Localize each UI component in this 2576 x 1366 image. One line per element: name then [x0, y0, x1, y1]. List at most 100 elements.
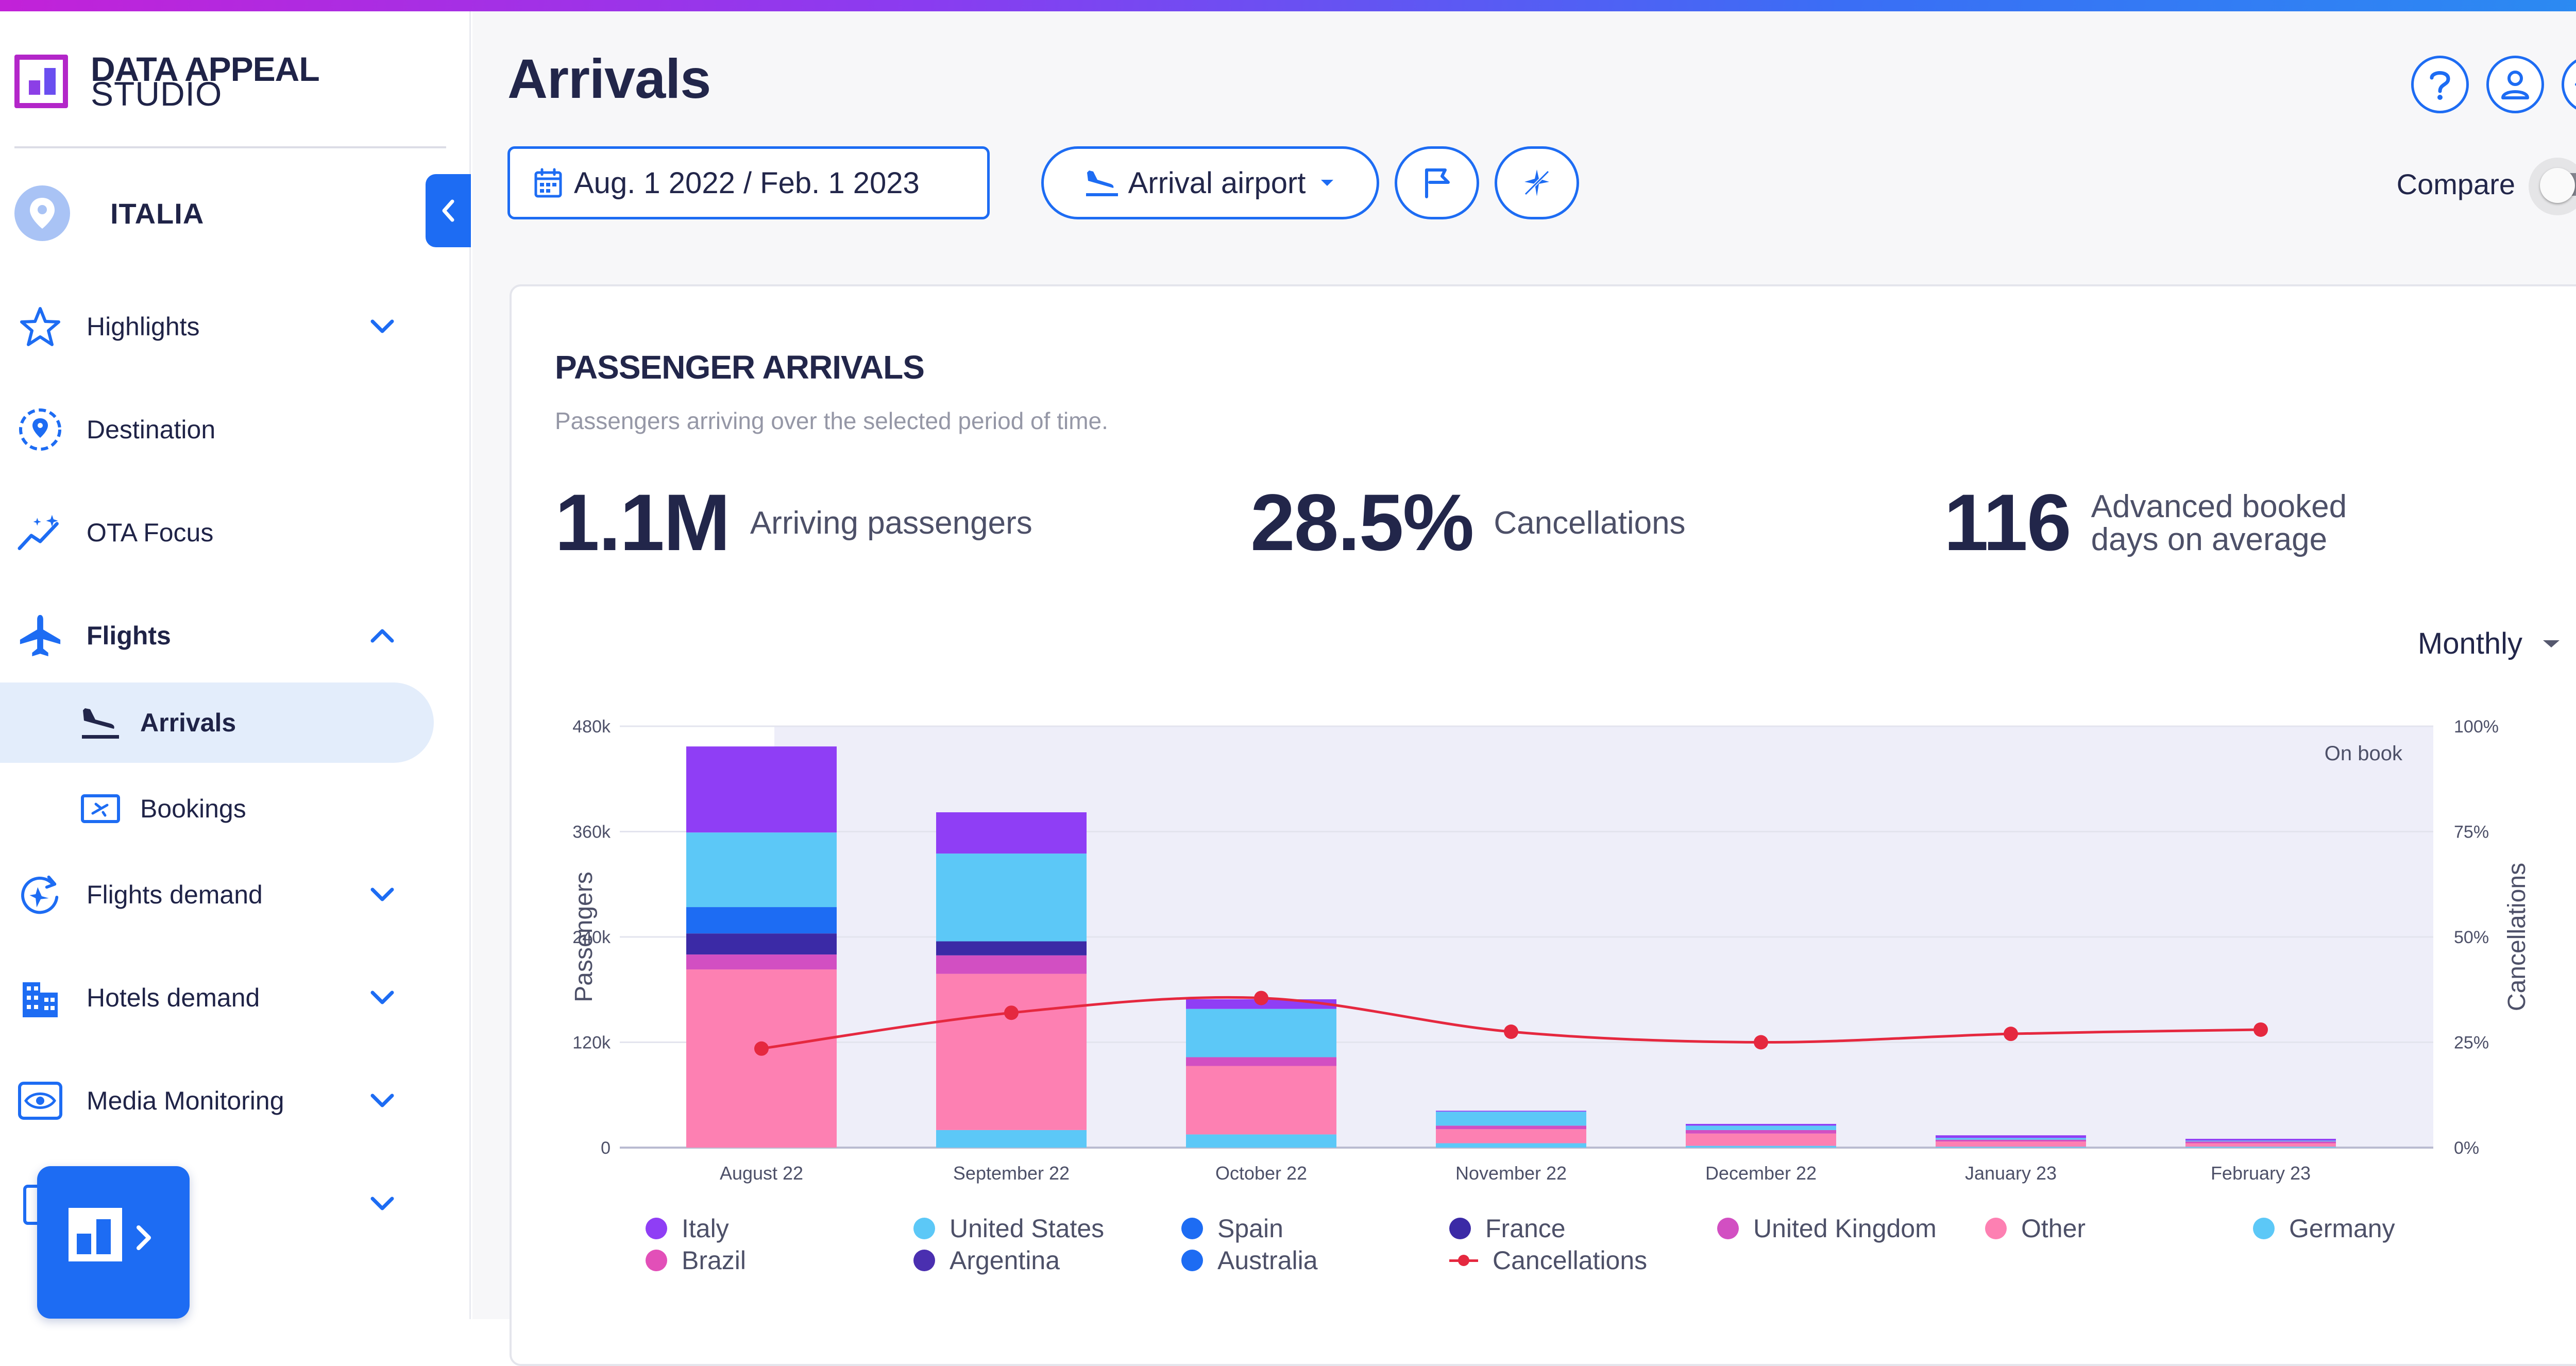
sidebar-item-ota-focus[interactable]: OTA Focus — [0, 494, 471, 571]
header-actions — [2411, 56, 2576, 113]
bar-segment-other — [2185, 1143, 2336, 1147]
flight-land-icon — [1086, 170, 1118, 196]
legend-item-united-kingdom[interactable]: United Kingdom — [1717, 1214, 1937, 1243]
connecting-flight-icon — [1523, 169, 1551, 197]
brand-logo[interactable]: DATA APPEAL STUDIO — [14, 52, 320, 111]
sidebar-item-media-monitoring[interactable]: Media Monitoring — [0, 1062, 471, 1139]
sidebar-item-label: Flights — [87, 621, 171, 650]
bar-segment-united-states — [1686, 1125, 1836, 1130]
sidebar-item-arrivals[interactable]: Arrivals — [0, 682, 434, 763]
x-tick-label: January 23 — [1965, 1163, 2057, 1184]
bar-segment-other — [1436, 1129, 1586, 1143]
caret-down-icon — [1321, 180, 1334, 186]
chevron-up-icon[interactable] — [367, 620, 398, 651]
bar-segment-germany — [1186, 1134, 1336, 1148]
bar-segment-united-kingdom — [1936, 1139, 2086, 1142]
hotel-building-icon — [18, 975, 63, 1020]
sidebar-item-destination[interactable]: Destination — [0, 391, 471, 468]
y-tick-label: 120k — [572, 1033, 611, 1053]
logo-icon — [14, 55, 68, 108]
legend-line-marker — [1449, 1250, 1478, 1271]
x-tick-label: February 23 — [2211, 1163, 2311, 1184]
bar-segment-united-kingdom — [686, 954, 837, 970]
bar-segment-other — [1186, 1066, 1336, 1135]
chevron-down-icon[interactable] — [367, 1188, 398, 1219]
y2-tick-label: 50% — [2454, 928, 2489, 947]
logout-icon — [2575, 83, 2576, 86]
connection-filter-button[interactable] — [1495, 146, 1579, 219]
chevron-down-icon[interactable] — [367, 982, 398, 1013]
bar-segment-united-kingdom — [1186, 1057, 1336, 1066]
arrival-airport-dropdown[interactable]: Arrival airport — [1041, 146, 1379, 219]
location-pin-icon — [14, 185, 70, 241]
legend-item-brazil[interactable]: Brazil — [646, 1245, 746, 1275]
legend-item-other[interactable]: Other — [1985, 1214, 2086, 1243]
y-tick-label: 0 — [601, 1138, 611, 1158]
bar-segment-spain — [686, 907, 837, 934]
legend-item-germany[interactable]: Germany — [2253, 1214, 2395, 1243]
bar-segment-germany — [936, 1130, 1087, 1148]
chevron-down-icon[interactable] — [367, 311, 398, 342]
sidebar-item-bookings[interactable]: Bookings — [0, 769, 434, 849]
x-tick-label: December 22 — [1705, 1163, 1817, 1184]
country-filter-button[interactable] — [1395, 146, 1479, 219]
collapse-sidebar-button[interactable] — [426, 174, 471, 247]
legend-item-italy[interactable]: Italy — [646, 1214, 729, 1243]
sidebar-item-hotels-demand[interactable]: Hotels demand — [0, 959, 471, 1036]
cancellations-point — [1254, 991, 1268, 1005]
date-range-label: Aug. 1 2022 / Feb. 1 2023 — [574, 166, 920, 200]
legend-item-spain[interactable]: Spain — [1181, 1214, 1283, 1243]
bar-segment-united-kingdom — [1686, 1130, 1836, 1134]
trend-sparkle-icon — [18, 510, 63, 555]
sidebar-item-label: Media Monitoring — [87, 1086, 284, 1115]
legend-label: Argentina — [950, 1246, 1060, 1275]
legend-dot — [1985, 1218, 2007, 1239]
legend-item-australia[interactable]: Australia — [1181, 1245, 1318, 1275]
bar-segment-france — [686, 933, 837, 955]
legend-item-cancellations[interactable]: Cancellations — [1449, 1245, 1647, 1275]
legend-dot — [1181, 1250, 1203, 1271]
bar-segment-germany — [2185, 1147, 2336, 1148]
legend-item-argentina[interactable]: Argentina — [913, 1245, 1060, 1275]
profile-button[interactable] — [2486, 56, 2544, 113]
legend-label: Other — [2021, 1214, 2086, 1243]
bar-segment-other — [1936, 1141, 2086, 1147]
logout-button[interactable] — [2562, 56, 2576, 113]
bar-segment-united-states — [2185, 1140, 2336, 1142]
legend-item-france[interactable]: France — [1449, 1214, 1566, 1243]
sidebar-item-label: Arrivals — [140, 708, 236, 737]
compare-label: Compare — [2396, 167, 2515, 200]
passenger-arrivals-card: PASSENGER ARRIVALS Passengers arriving o… — [510, 284, 2576, 1366]
legend-dot — [646, 1250, 667, 1271]
sidebar: DATA APPEAL STUDIO ITALIA Highlights Des… — [0, 11, 471, 1319]
sidebar-item-flights-demand[interactable]: Flights demand — [0, 856, 471, 933]
bar-segment-united-states — [1186, 1009, 1336, 1057]
legend-label: France — [1485, 1214, 1566, 1243]
bar-segment-united-kingdom — [936, 955, 1087, 974]
bar-segment-france — [936, 941, 1087, 955]
x-tick-label: September 22 — [953, 1163, 1070, 1184]
cancellations-point — [2004, 1027, 2018, 1041]
sidebar-item-label: Bookings — [140, 794, 246, 823]
app-launcher-button[interactable] — [37, 1166, 190, 1319]
flag-icon — [1425, 168, 1450, 198]
bar-segment-germany — [1686, 1146, 1836, 1148]
legend-dot — [646, 1218, 667, 1239]
chevron-down-icon[interactable] — [367, 879, 398, 910]
legend-item-united-states[interactable]: United States — [913, 1214, 1104, 1243]
legend-label: Cancellations — [1493, 1246, 1648, 1275]
y-tick-label: 360k — [572, 823, 611, 842]
bar-segment-germany — [1436, 1143, 1586, 1148]
sidebar-item-flights[interactable]: Flights — [0, 597, 471, 674]
sidebar-item-highlights[interactable]: Highlights — [0, 288, 471, 365]
star-icon — [18, 304, 63, 349]
legend-label: Italy — [682, 1214, 729, 1243]
region-selector[interactable]: ITALIA — [14, 185, 204, 241]
help-button[interactable] — [2411, 56, 2469, 113]
y2-tick-label: 100% — [2454, 717, 2499, 737]
user-icon — [2501, 71, 2529, 99]
compare-toggle[interactable] — [2529, 158, 2576, 215]
chevron-down-icon[interactable] — [367, 1085, 398, 1116]
region-label: ITALIA — [110, 197, 205, 230]
date-range-picker[interactable]: Aug. 1 2022 / Feb. 1 2023 — [507, 146, 990, 219]
